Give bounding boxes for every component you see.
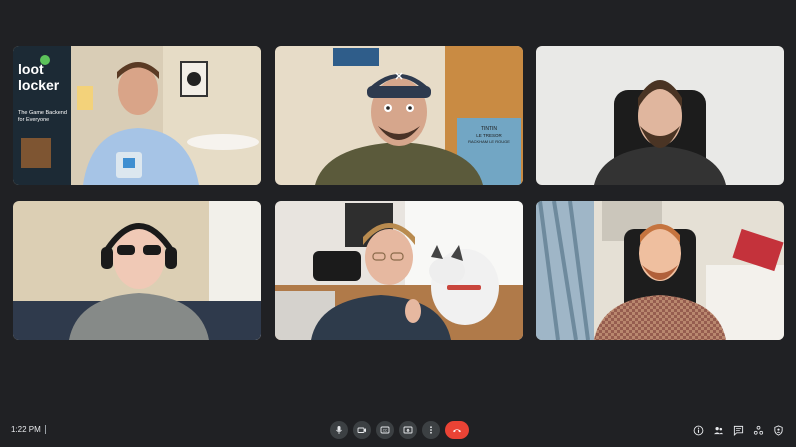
participant-tile-3[interactable] bbox=[536, 46, 784, 185]
meeting-toolbar: 1:22 PM CC bbox=[0, 418, 796, 447]
chat-icon bbox=[733, 425, 743, 436]
present-icon bbox=[403, 426, 413, 434]
captions-button[interactable]: CC bbox=[376, 421, 394, 439]
book-title-line1: TINTIN bbox=[481, 126, 497, 132]
microphone-button[interactable] bbox=[330, 421, 348, 439]
call-controls: CC bbox=[330, 421, 469, 439]
microphone-icon bbox=[336, 426, 342, 434]
camera-button[interactable] bbox=[353, 421, 371, 439]
participant-tile-2[interactable]: TINTIN LE TRESOR RACKHAM LE ROUGE ✕ bbox=[275, 46, 523, 185]
book-title-line2: LE TRESOR bbox=[476, 133, 502, 138]
more-vert-icon bbox=[430, 426, 432, 434]
leave-call-button[interactable] bbox=[445, 421, 469, 439]
people-button[interactable] bbox=[712, 424, 724, 436]
participant-4-video bbox=[13, 201, 261, 340]
people-icon bbox=[713, 426, 723, 434]
meeting-time: 1:22 PM bbox=[11, 425, 41, 434]
activities-button[interactable] bbox=[752, 424, 764, 436]
participant-5-video bbox=[275, 201, 523, 340]
more-options-button[interactable] bbox=[422, 421, 440, 439]
hang-up-icon bbox=[453, 429, 461, 433]
participant-tile-6[interactable] bbox=[536, 201, 784, 340]
captions-icon: CC bbox=[380, 426, 390, 434]
participant-tile-5[interactable] bbox=[275, 201, 523, 340]
participant-2-video: TINTIN LE TRESOR RACKHAM LE ROUGE ✕ bbox=[275, 46, 523, 185]
chat-button[interactable] bbox=[732, 424, 744, 436]
shield-icon bbox=[773, 424, 783, 436]
clock-divider bbox=[44, 425, 46, 434]
host-controls-button[interactable] bbox=[772, 424, 784, 436]
meeting-details-button[interactable] bbox=[692, 424, 704, 436]
activities-icon bbox=[753, 425, 763, 435]
side-controls bbox=[692, 424, 784, 436]
svg-text:✕: ✕ bbox=[394, 71, 403, 83]
lootlocker-logo-line1: loot bbox=[18, 61, 44, 77]
present-button[interactable] bbox=[399, 421, 417, 439]
svg-text:CC: CC bbox=[383, 429, 388, 433]
participant-6-video bbox=[536, 201, 784, 340]
info-icon bbox=[693, 425, 703, 435]
lootlocker-logo-line2: locker bbox=[18, 77, 60, 93]
participant-3-video bbox=[536, 46, 784, 185]
lootlocker-tagline-line2: for Everyone bbox=[18, 117, 49, 123]
book-title-line3: RACKHAM LE ROUGE bbox=[468, 139, 510, 144]
meeting-clock: 1:22 PM bbox=[11, 425, 46, 434]
video-grid: loot locker The Game Backend for Everyon… bbox=[0, 0, 796, 447]
participant-1-video: loot locker The Game Backend for Everyon… bbox=[13, 46, 261, 185]
lootlocker-tagline-line1: The Game Backend bbox=[18, 110, 67, 116]
camera-icon bbox=[357, 427, 366, 433]
participant-tile-4[interactable] bbox=[13, 201, 261, 340]
participant-tile-1[interactable]: loot locker The Game Backend for Everyon… bbox=[13, 46, 261, 185]
